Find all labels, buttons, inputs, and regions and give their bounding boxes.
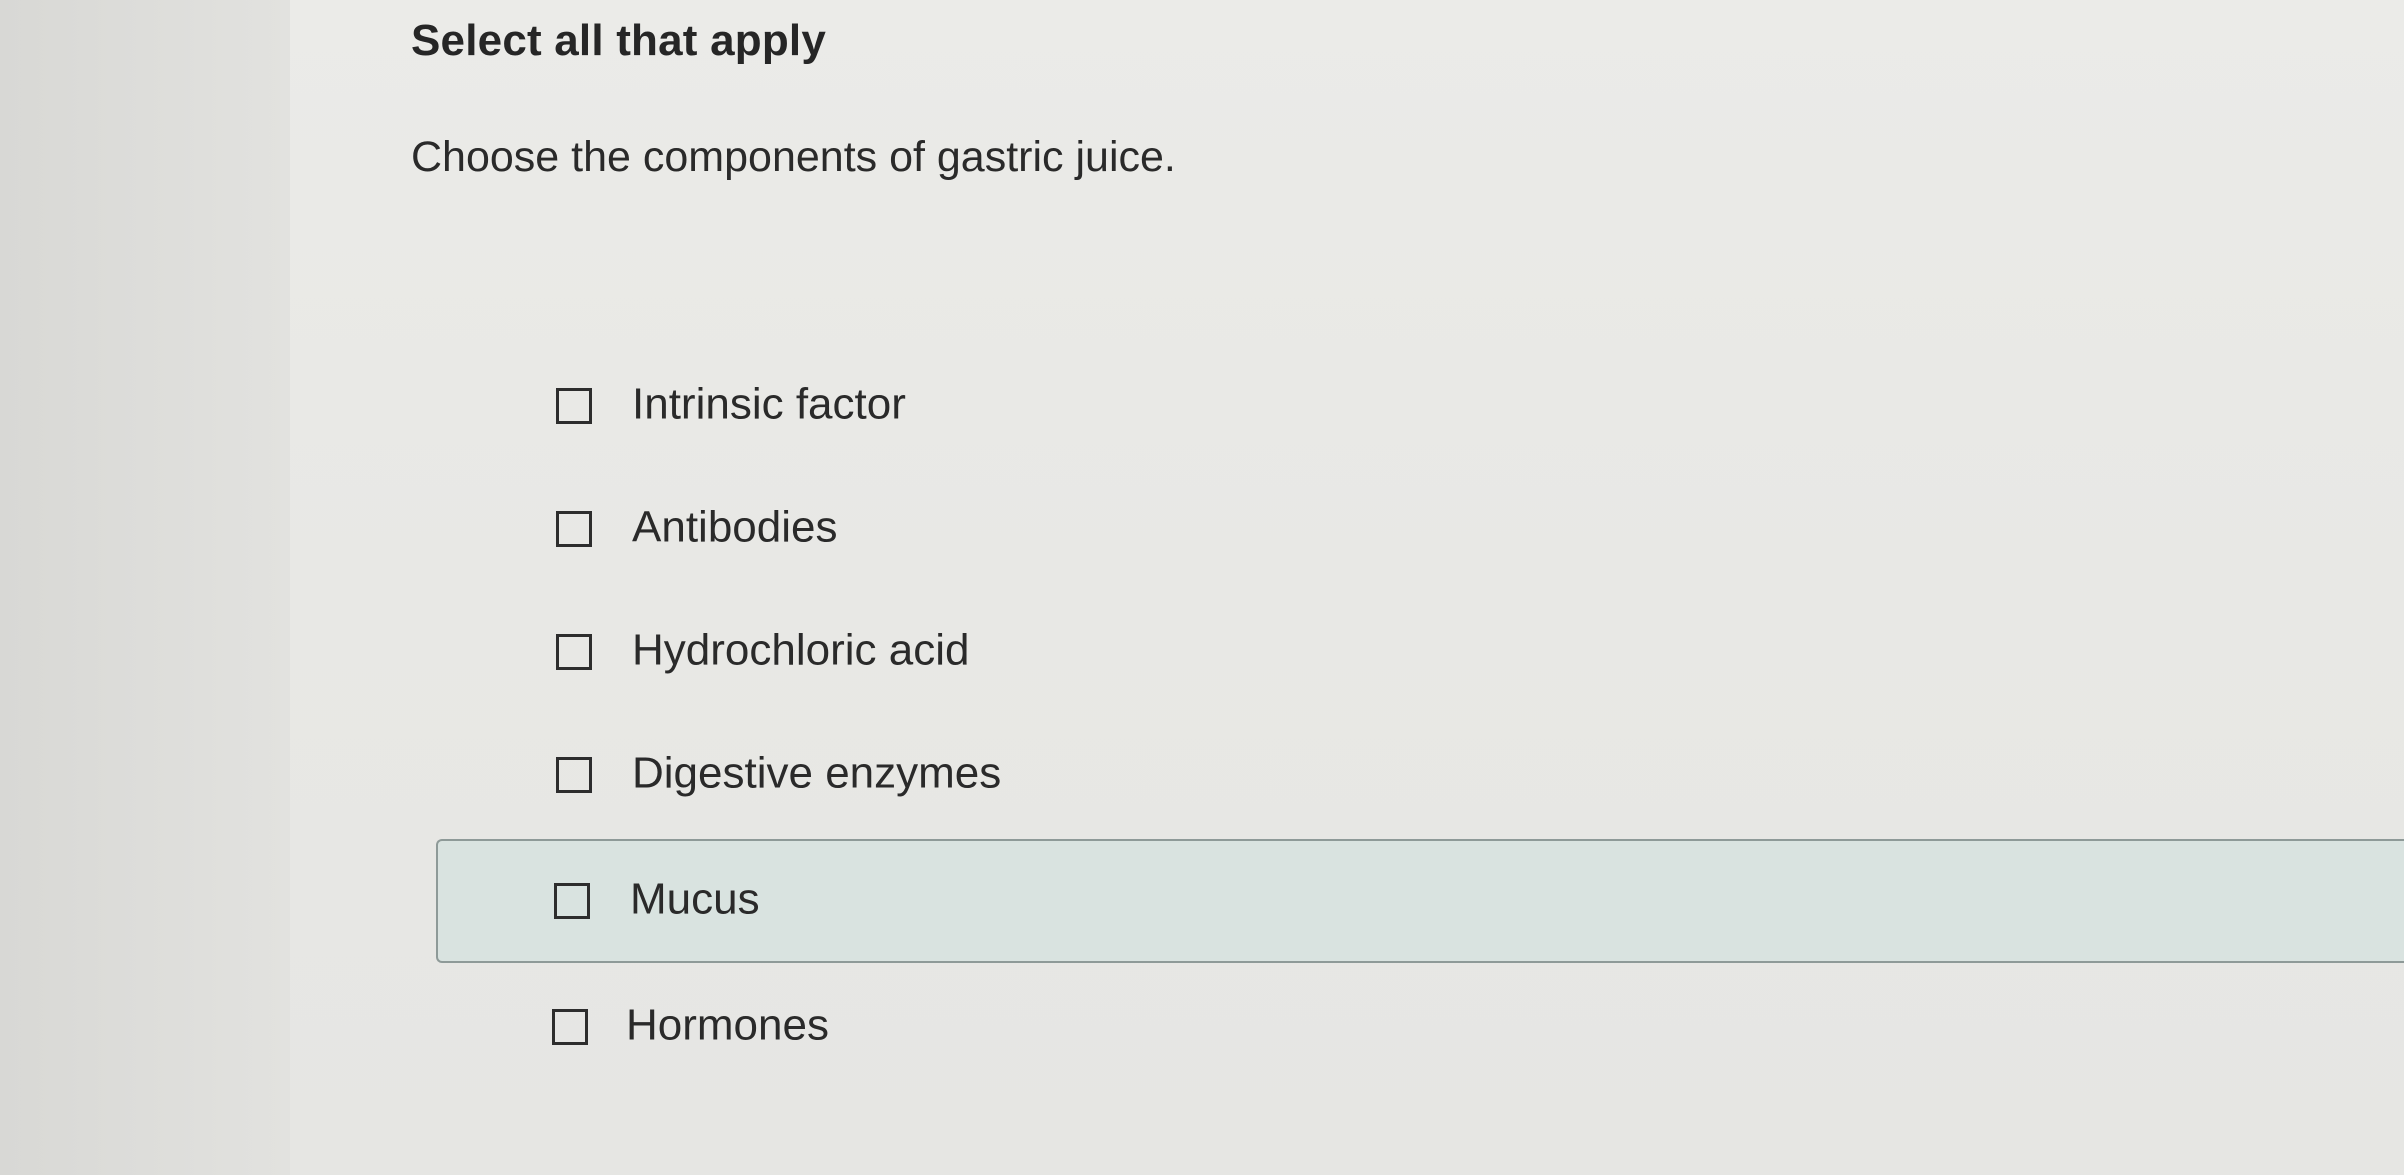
checkbox[interactable] xyxy=(556,511,592,547)
option-label: Antibodies xyxy=(632,502,838,552)
checkbox[interactable] xyxy=(556,757,592,793)
option-label: Digestive enzymes xyxy=(632,748,1002,798)
option-label: Hormones xyxy=(626,1000,829,1050)
option-antibodies[interactable]: Antibodies xyxy=(436,467,2404,591)
checkbox[interactable] xyxy=(556,634,592,670)
left-margin xyxy=(0,0,290,1175)
option-hydrochloric-acid[interactable]: Hydrochloric acid xyxy=(436,590,2404,714)
option-intrinsic-factor[interactable]: Intrinsic factor xyxy=(436,344,2404,468)
checkbox[interactable] xyxy=(556,388,592,424)
checkbox[interactable] xyxy=(552,1009,588,1045)
option-label: Mucus xyxy=(630,874,760,924)
option-label: Intrinsic factor xyxy=(632,379,906,429)
instruction-heading: Select all that apply xyxy=(411,16,827,65)
option-digestive-enzymes[interactable]: Digestive enzymes xyxy=(436,713,2404,837)
question-prompt: Choose the components of gastric juice. xyxy=(411,133,1176,181)
option-label: Hydrochloric acid xyxy=(632,625,970,675)
checkbox[interactable] xyxy=(554,883,590,919)
option-hormones[interactable]: Hormones xyxy=(436,965,2404,1089)
option-mucus[interactable]: Mucus xyxy=(436,839,2404,963)
